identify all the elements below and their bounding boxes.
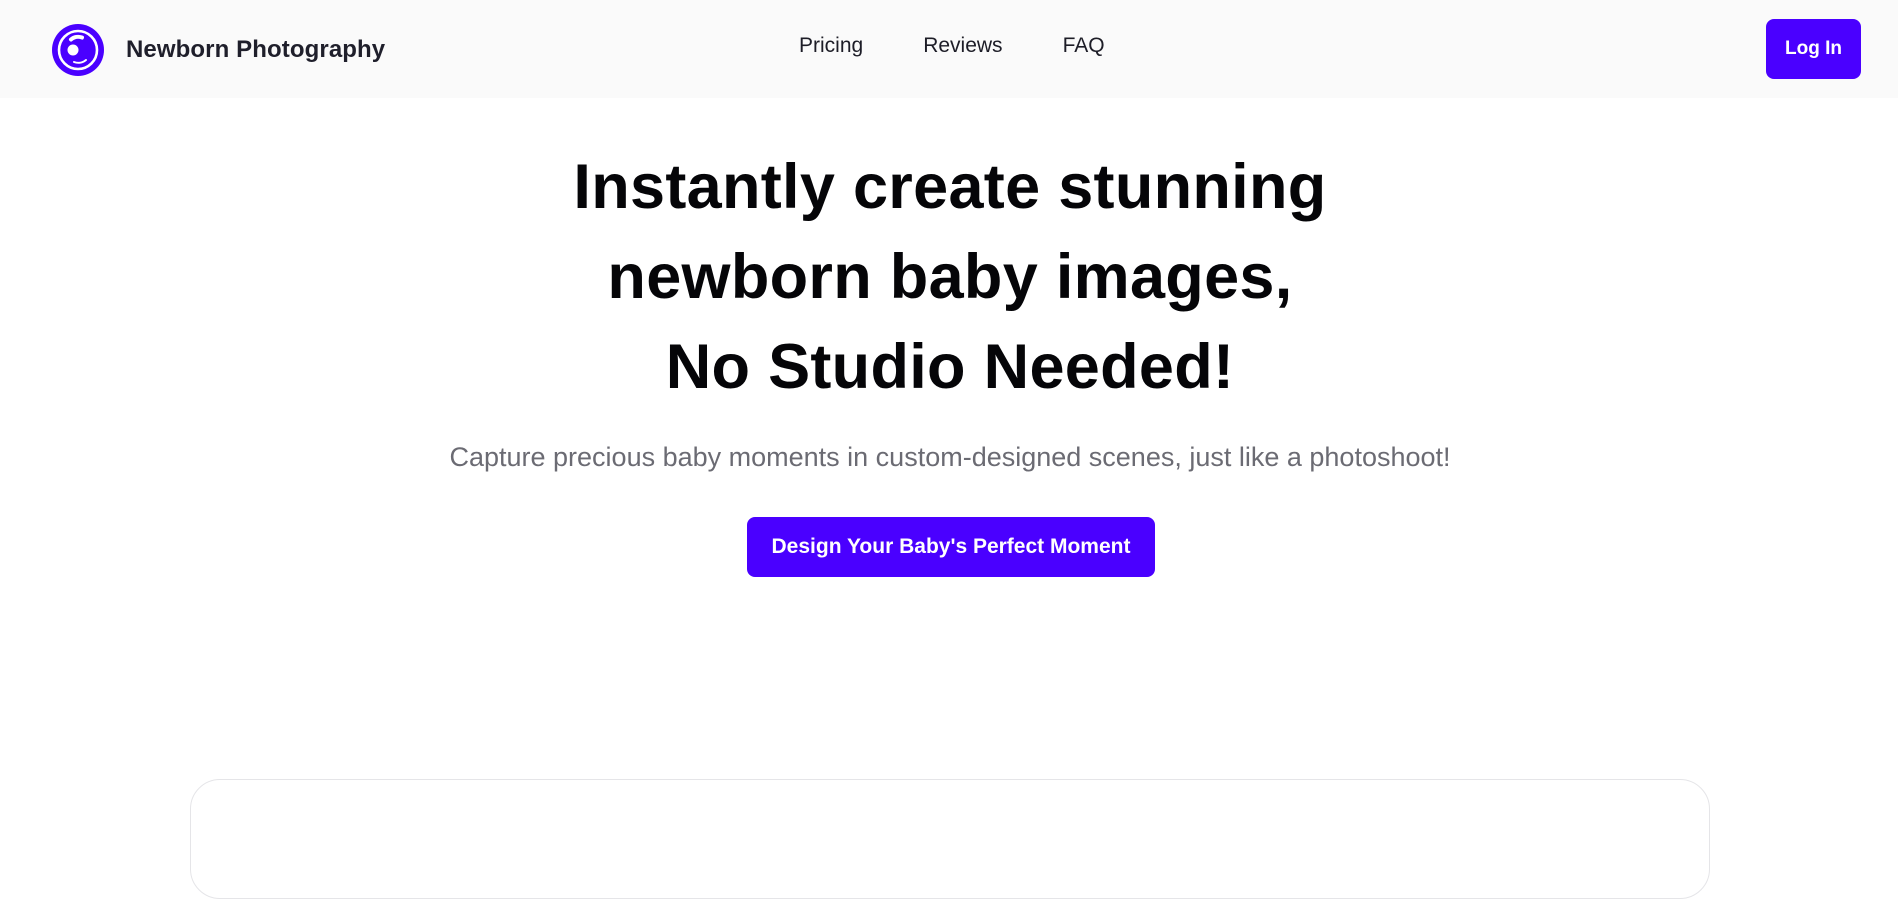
hero-title-line-2: newborn baby images, [607, 242, 1293, 312]
site-header: Newborn Photography Pricing Reviews FAQ … [0, 0, 1898, 98]
camera-lens-icon [52, 24, 104, 76]
hero-subtitle: Capture precious baby moments in custom-… [449, 442, 1451, 472]
main-nav: Pricing Reviews FAQ [799, 34, 1105, 58]
hero-title-line-3: No Studio Needed! [665, 332, 1235, 402]
hero-title-line-1: Instantly create stunning [573, 152, 1327, 222]
nav-faq[interactable]: FAQ [1063, 34, 1105, 58]
hero-title: Instantly create stunning newborn baby i… [0, 142, 1898, 412]
content-card [190, 779, 1710, 899]
nav-pricing[interactable]: Pricing [799, 34, 863, 58]
nav-reviews[interactable]: Reviews [923, 34, 1002, 58]
brand-name: Newborn Photography [126, 36, 386, 63]
login-button[interactable]: Log In [1766, 19, 1861, 79]
brand-home-link[interactable]: Newborn Photography [52, 24, 385, 76]
design-moment-button[interactable]: Design Your Baby's Perfect Moment [747, 517, 1155, 577]
